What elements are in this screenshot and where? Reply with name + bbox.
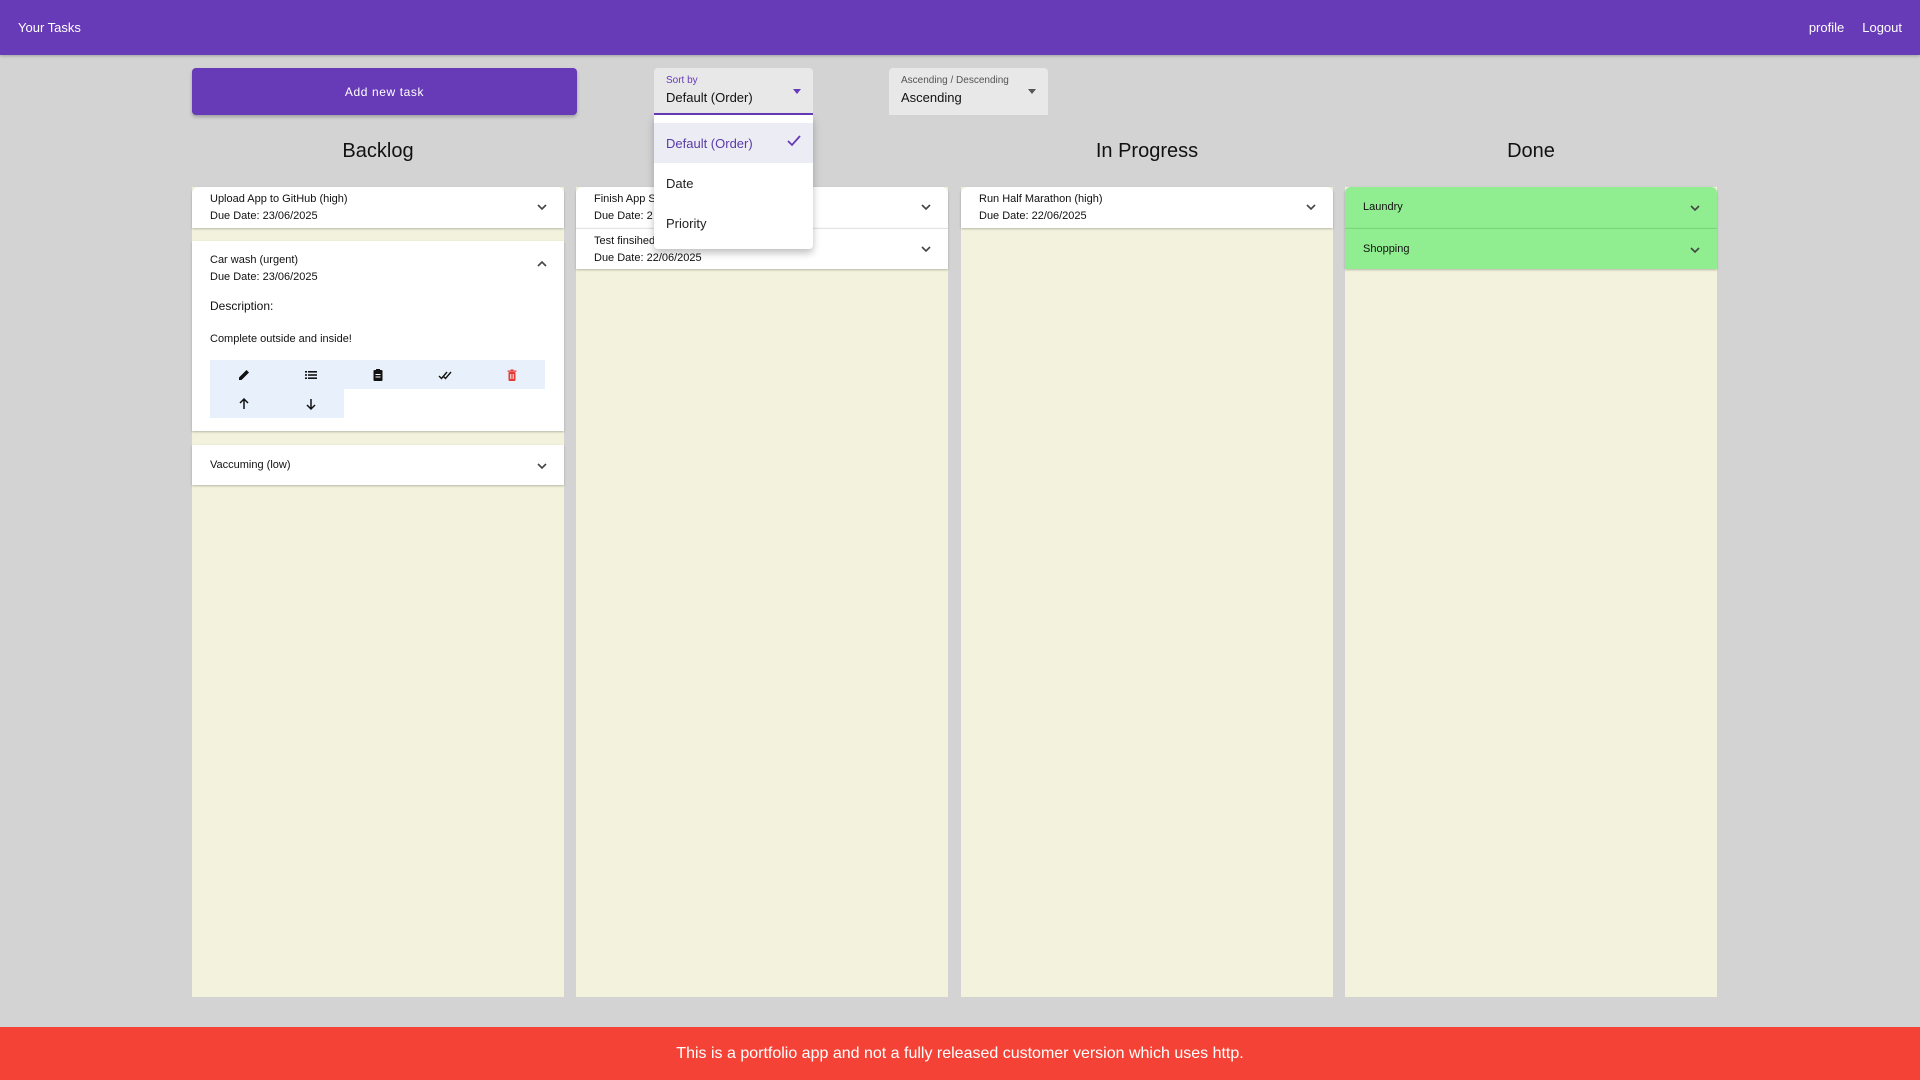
task-actions [210,360,546,418]
order-select[interactable]: Ascending / Descending Ascending [889,68,1048,115]
task-card[interactable]: Run Half Marathon (high) Due Date: 22/06… [961,187,1333,228]
chevron-down-icon[interactable] [920,243,932,255]
subtasks-button[interactable] [277,360,344,389]
task-due-date: Due Date: 22/06/2025 [979,210,1087,222]
sort-option-default[interactable]: Default (Order) [654,123,813,163]
dropdown-caret-icon [1028,89,1036,94]
todo-column: Finish App S Due Date: 2 Test finsihed D… [576,187,948,997]
column-title-backlog: Backlog [342,140,414,162]
chevron-down-icon[interactable] [536,460,548,472]
task-card[interactable]: Vaccuming (low) [192,445,564,485]
done-all-icon [438,371,452,380]
column-title-in-progress: In Progress [1095,140,1199,162]
task-due-date: Due Date: 2 [594,210,653,222]
logout-link[interactable]: Logout [1862,20,1902,35]
check-icon [787,134,801,152]
order-value: Ascending [901,90,962,105]
disclaimer-text: This is a portfolio app and not a fully … [676,1044,1244,1062]
details-button[interactable] [344,360,411,389]
task-title: Run Half Marathon (high) [979,193,1103,205]
chevron-down-icon[interactable] [536,201,548,213]
task-due-date: Due Date: 23/06/2025 [210,210,318,222]
task-title: Laundry [1363,201,1403,213]
sort-option-label: Default (Order) [666,135,753,151]
task-title: Upload App to GitHub (high) [210,193,348,205]
in-progress-column: Run Half Marathon (high) Due Date: 22/06… [961,187,1333,997]
sort-by-menu: Default (Order) Date Priority [654,115,813,249]
chevron-down-icon[interactable] [1689,244,1701,256]
edit-icon [238,369,249,380]
task-card[interactable]: Upload App to GitHub (high) Due Date: 23… [192,187,564,228]
disclaimer-footer: This is a portfolio app and not a fully … [0,1027,1920,1080]
move-up-button[interactable] [210,389,277,418]
order-label: Ascending / Descending [901,75,1009,86]
clipboard-icon [373,368,382,381]
profile-link[interactable]: profile [1809,20,1844,35]
edit-button[interactable] [210,360,277,389]
delete-icon [507,369,516,381]
list-icon [304,370,317,379]
mark-done-button[interactable] [411,360,478,389]
sort-option-priority[interactable]: Priority [654,203,813,243]
sort-by-select[interactable]: Sort by Default (Order) [654,68,813,115]
app-bar: Your Tasks profile Logout [0,0,1920,55]
sort-option-label: Date [666,175,694,191]
sort-option-label: Priority [666,215,707,231]
chevron-up-icon[interactable] [536,258,548,270]
app-title: Your Tasks [18,20,81,35]
description-text: Complete outside and inside! [210,333,352,345]
arrow-down-icon [305,398,316,410]
sort-by-label: Sort by [666,75,698,86]
chevron-down-icon[interactable] [1689,202,1701,214]
task-title: Vaccuming (low) [210,459,291,471]
sort-option-date[interactable]: Date [654,163,813,203]
column-title-done: Done [1507,140,1555,162]
arrow-up-icon [238,397,249,409]
task-title: Car wash (urgent) [210,254,299,266]
task-title: Shopping [1363,243,1410,255]
done-column: Laundry Shopping [1345,187,1717,997]
task-card-expanded[interactable]: Car wash (urgent) Due Date: 23/06/2025 D… [192,241,564,431]
task-due-date: Due Date: 23/06/2025 [210,271,318,283]
task-due-date: Due Date: 22/06/2025 [594,252,702,264]
add-new-task-button[interactable]: Add new task [192,68,577,115]
task-title: Test finsihed [594,235,656,247]
chevron-down-icon[interactable] [920,201,932,213]
delete-button[interactable] [478,360,545,389]
app-bar-actions: profile Logout [1809,20,1902,35]
description-label: Description: [210,299,274,313]
task-card-done[interactable]: Shopping [1345,228,1717,269]
dropdown-caret-icon [793,89,801,94]
backlog-column: Upload App to GitHub (high) Due Date: 23… [192,187,564,997]
move-down-button[interactable] [277,389,344,418]
task-card-done[interactable]: Laundry [1345,187,1717,228]
sort-by-value: Default (Order) [666,90,753,105]
task-title: Finish App S [594,193,656,205]
chevron-down-icon[interactable] [1305,201,1317,213]
